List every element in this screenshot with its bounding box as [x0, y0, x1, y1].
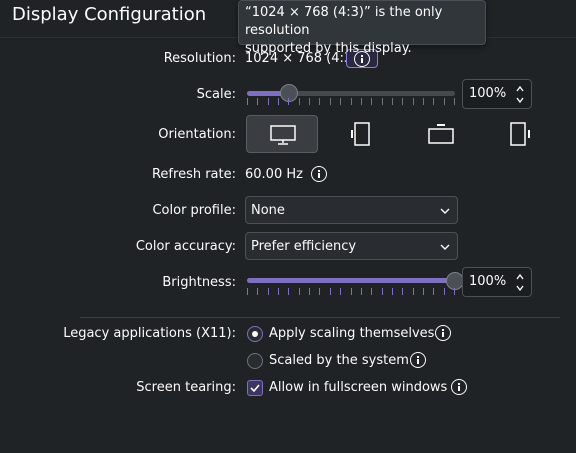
slider-tick — [329, 288, 331, 295]
tooltip-line-1: “1024 × 768 (4:3)” is the only resolutio… — [245, 5, 443, 38]
slider-tick — [402, 288, 404, 295]
section-divider — [80, 317, 560, 318]
slider-tick — [288, 98, 290, 105]
allow-tearing-label[interactable]: Allow in fullscreen windows — [269, 380, 447, 395]
slider-tick — [381, 288, 383, 295]
chevron-up-icon[interactable] — [516, 85, 524, 93]
screen-tearing-label: Screen tearing: — [136, 380, 236, 395]
allow-tearing-checkbox[interactable] — [247, 380, 263, 396]
slider-tick — [247, 288, 248, 295]
slider-tick — [443, 288, 445, 295]
slider-tick — [443, 98, 445, 105]
chevron-up-icon[interactable] — [516, 273, 524, 281]
slider-tick — [298, 288, 300, 295]
slider-tick — [278, 98, 280, 105]
color-accuracy-value: Prefer efficiency — [251, 239, 357, 254]
scale-label: Scale: — [196, 87, 236, 102]
slider-tick — [371, 288, 373, 295]
legacy-scaled-by-system-label[interactable]: Scaled by the system — [269, 353, 409, 368]
color-profile-label: Color profile: — [152, 203, 236, 218]
slider-tick — [267, 98, 269, 105]
brightness-spinbox[interactable]: 100% — [462, 267, 532, 297]
inverted-landscape-icon — [428, 124, 454, 144]
info-icon[interactable] — [311, 166, 327, 182]
slider-tick — [371, 98, 373, 105]
legacy-scaled-by-system-radio[interactable] — [247, 353, 263, 369]
chevron-down-icon[interactable] — [516, 284, 524, 292]
slider-tick — [360, 288, 362, 295]
inverted-portrait-icon — [510, 122, 530, 146]
slider-tick — [319, 98, 321, 105]
info-icon[interactable] — [451, 379, 467, 395]
slider-tick — [298, 98, 300, 105]
color-profile-value: None — [251, 203, 285, 218]
color-profile-dropdown[interactable]: None — [245, 196, 458, 224]
chevron-down-icon[interactable] — [516, 96, 524, 104]
slider-tick — [309, 98, 311, 105]
page-title: Display Configuration — [12, 4, 207, 25]
orientation-inverted-landscape-button[interactable] — [405, 115, 477, 153]
info-icon[interactable] — [435, 325, 451, 341]
color-accuracy-label: Color accuracy: — [135, 239, 236, 254]
chevron-down-icon — [440, 208, 450, 214]
slider-tick — [288, 288, 290, 295]
slider-tick — [350, 288, 352, 295]
slider-tick — [422, 98, 424, 105]
resolution-tooltip: “1024 × 768 (4:3)” is the only resolutio… — [238, 0, 486, 56]
slider-tick — [454, 288, 455, 295]
landscape-icon — [270, 125, 296, 145]
legacy-apps-label: Legacy applications (X11): — [63, 326, 236, 341]
orientation-portrait-button[interactable] — [326, 115, 398, 153]
slider-tick — [391, 98, 393, 105]
slider-tick — [454, 98, 455, 105]
brightness-slider-fill — [247, 278, 455, 283]
slider-tick — [391, 288, 393, 295]
slider-tick — [329, 98, 331, 105]
slider-tick — [319, 288, 321, 295]
slider-tick — [340, 98, 342, 105]
slider-tick — [412, 98, 414, 105]
orientation-inverted-portrait-button[interactable] — [484, 115, 556, 153]
slider-tick — [350, 98, 352, 105]
brightness-label: Brightness: — [162, 275, 236, 290]
scale-spinbox[interactable]: 100% — [462, 79, 532, 109]
checkmark-icon — [250, 384, 260, 393]
slider-tick — [340, 288, 342, 295]
slider-tick — [247, 98, 248, 105]
portrait-icon — [351, 122, 370, 146]
slider-tick — [309, 288, 311, 295]
slider-tick — [433, 98, 435, 105]
legacy-apply-scaling-radio[interactable] — [247, 326, 263, 342]
slider-tick — [381, 98, 383, 105]
refresh-rate-value: 60.00 Hz — [245, 167, 303, 182]
orientation-label: Orientation: — [158, 127, 236, 142]
scale-slider-ticks — [247, 98, 455, 105]
brightness-slider-ticks — [247, 288, 455, 295]
legacy-apply-scaling-label[interactable]: Apply scaling themselves — [269, 326, 434, 341]
slider-tick — [278, 288, 280, 295]
refresh-rate-label: Refresh rate: — [151, 167, 236, 182]
scale-spinbox-value: 100% — [469, 86, 507, 101]
tooltip-line-2: supported by this display. — [245, 41, 412, 56]
slider-tick — [257, 98, 259, 105]
slider-tick — [433, 288, 435, 295]
color-accuracy-dropdown[interactable]: Prefer efficiency — [245, 232, 458, 260]
slider-tick — [422, 288, 424, 295]
chevron-down-icon — [440, 244, 450, 250]
brightness-spinbox-value: 100% — [469, 274, 507, 289]
resolution-label: Resolution: — [163, 51, 236, 66]
info-icon[interactable] — [410, 352, 426, 368]
slider-tick — [412, 288, 414, 295]
orientation-landscape-button[interactable] — [246, 115, 318, 153]
slider-tick — [360, 98, 362, 105]
slider-tick — [267, 288, 269, 295]
slider-tick — [402, 98, 404, 105]
slider-tick — [257, 288, 259, 295]
